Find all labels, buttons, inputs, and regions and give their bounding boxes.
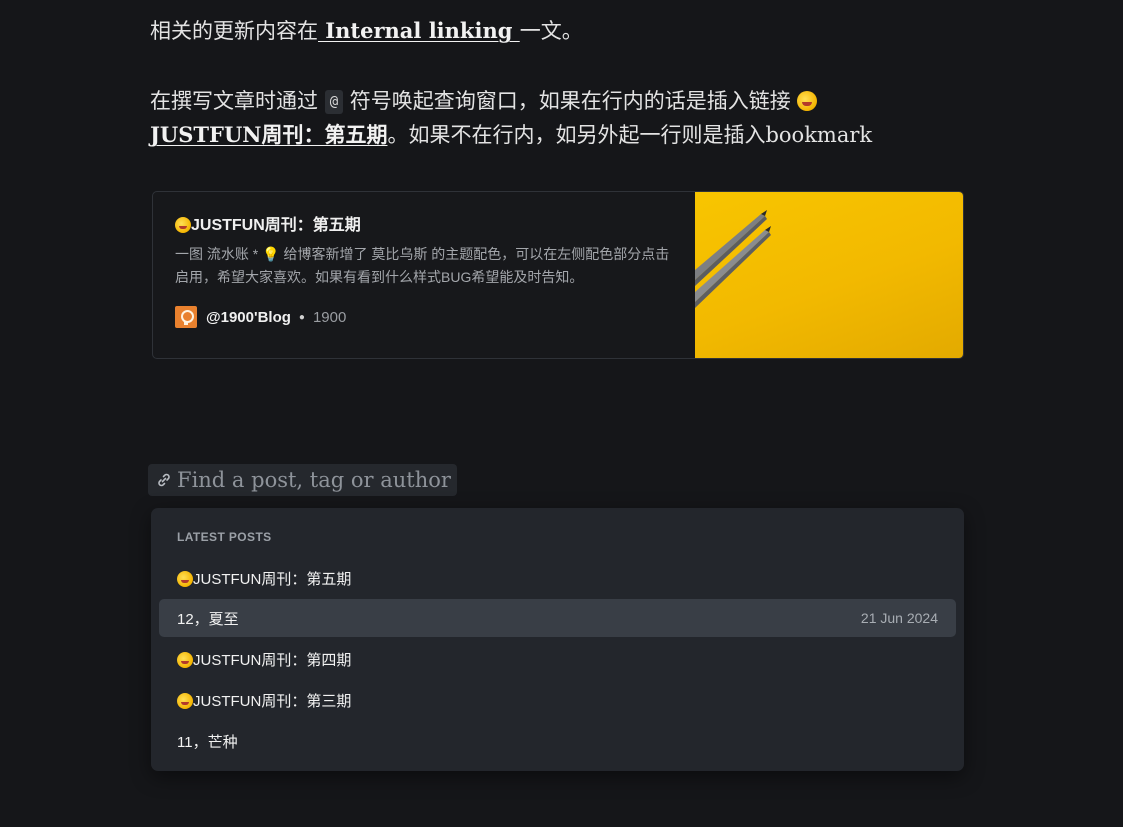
rofl-emoji-icon xyxy=(177,692,193,709)
bookmark-card[interactable]: JUSTFUN周刊：第五期 一图 流水账 * 💡 给博客新增了 莫比乌斯 的主题… xyxy=(152,191,964,359)
result-title-text: JUSTFUN周刊：第三期 xyxy=(193,692,352,710)
result-date: 21 Jun 2024 xyxy=(860,610,938,626)
paragraph-mention-line1: 在撰写文章时通过 @ 符号唤起查询窗口，如果在行内的话是插入链接 xyxy=(150,84,818,118)
result-title: JUSTFUN周刊：第五期 xyxy=(177,568,351,589)
bookmark-content: JUSTFUN周刊：第五期 一图 流水账 * 💡 给博客新增了 莫比乌斯 的主题… xyxy=(175,214,675,328)
paragraph-text: 一文。 xyxy=(519,19,583,43)
result-title: JUSTFUN周刊：第四期 xyxy=(177,649,351,670)
internal-linking-link[interactable]: Internal linking xyxy=(318,18,520,43)
link-icon xyxy=(158,473,170,487)
latest-posts-heading: LATEST POSTS xyxy=(177,530,272,544)
bookmark-description: 一图 流水账 * 💡 给博客新增了 莫比乌斯 的主题配色，可以在左侧配色部分点击… xyxy=(175,246,670,285)
justfun-issue5-link[interactable]: JUSTFUN周刊：第五期 xyxy=(150,122,387,147)
bookmark-metadata: @1900'Blog ● 1900 xyxy=(175,306,675,328)
bullet-separator: ● xyxy=(298,311,305,323)
rofl-emoji-icon xyxy=(177,570,193,587)
paragraph-text: 在撰写文章时通过 xyxy=(150,89,325,113)
lightbulb-icon xyxy=(175,306,197,328)
bookmark-title: JUSTFUN周刊：第五期 xyxy=(175,214,675,238)
result-title: 11，芒种 xyxy=(177,731,238,752)
result-item[interactable]: JUSTFUN周刊：第五期 xyxy=(159,559,956,597)
bookmark-title-text: JUSTFUN周刊：第五期 xyxy=(191,217,361,234)
result-item[interactable]: 11，芒种 xyxy=(159,722,956,760)
paragraph-text: 相关的更新内容在 xyxy=(150,19,318,43)
result-title-text: JUSTFUN周刊：第五期 xyxy=(193,570,352,588)
result-title-text: JUSTFUN周刊：第四期 xyxy=(193,651,352,669)
search-placeholder: Find a post, tag or author xyxy=(177,468,451,492)
result-item-selected[interactable]: 12，夏至 21 Jun 2024 xyxy=(159,599,956,637)
result-item[interactable]: JUSTFUN周刊：第四期 xyxy=(159,640,956,678)
bookmark-author: @1900'Blog xyxy=(206,308,291,326)
result-title: JUSTFUN周刊：第三期 xyxy=(177,690,351,711)
paragraph-mention-line2: JUSTFUN周刊：第五期。如果不在行内，如另外起一行则是插入bookmark xyxy=(150,118,872,152)
search-results-dropdown: LATEST POSTS JUSTFUN周刊：第五期 12，夏至 21 Jun … xyxy=(151,508,964,771)
paragraph-text: 。如果不在行内，如另外起一行则是插入bookmark xyxy=(387,123,873,147)
result-item[interactable]: JUSTFUN周刊：第三期 xyxy=(159,681,956,719)
paragraph-text: 符号唤起查询窗口，如果在行内的话是插入链接 xyxy=(343,89,798,113)
rofl-emoji-icon xyxy=(177,651,193,668)
bookmark-publisher: 1900 xyxy=(312,308,347,326)
result-title: 12，夏至 xyxy=(177,608,239,629)
rofl-emoji-icon xyxy=(175,217,191,233)
justfun-link-emoji[interactable] xyxy=(797,88,818,113)
search-input[interactable]: Find a post, tag or author xyxy=(148,464,457,496)
result-title-text: 11，芒种 xyxy=(177,733,238,751)
pencils-image xyxy=(695,210,771,308)
result-title-text: 12，夏至 xyxy=(177,610,239,628)
bookmark-thumbnail xyxy=(695,192,963,358)
at-symbol-code: @ xyxy=(324,90,344,114)
paragraph-internal-linking: 相关的更新内容在 Internal linking 一文。 xyxy=(150,14,583,48)
rofl-emoji-icon xyxy=(797,91,818,111)
